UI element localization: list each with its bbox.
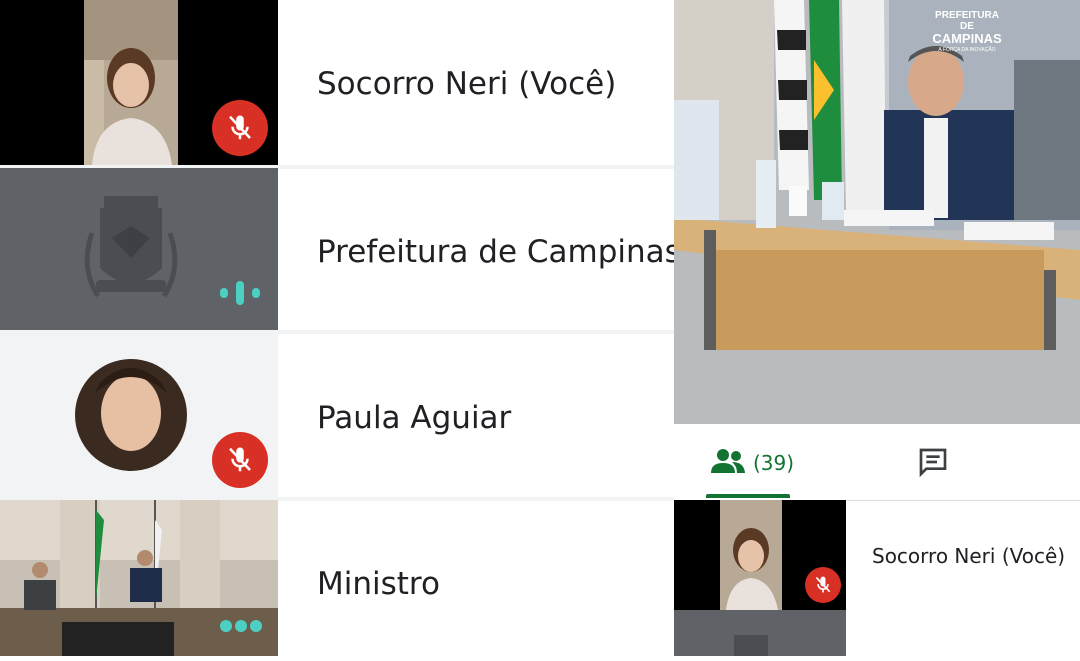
panel-tabs: (39) <box>674 424 1080 501</box>
participant-video-tile[interactable] <box>674 500 846 656</box>
participant-name: Socorro Neri (Você) <box>872 544 1066 568</box>
active-tab-indicator <box>706 494 790 498</box>
participant-video-tile[interactable] <box>0 0 278 165</box>
mic-off-icon <box>805 567 841 603</box>
banner-tagline: A FORÇA DA INOVAÇÃO <box>938 47 996 53</box>
banner-line2: CAMPINAS <box>932 31 1002 46</box>
people-icon <box>710 447 746 475</box>
meeting-room-photo: PREFEITURA DE CAMPINAS A FORÇA DA INOVAÇ… <box>674 0 1080 424</box>
tab-chat[interactable] <box>917 446 949 478</box>
participant-name: Paula Aguiar <box>317 400 512 436</box>
people-count: (39) <box>753 451 795 475</box>
more-indicator-icon <box>218 618 264 634</box>
participant-name: Ministro <box>317 566 440 602</box>
chat-icon <box>919 448 947 478</box>
right-panel: PREFEITURA DE CAMPINAS A FORÇA DA INOVAÇ… <box>674 0 1080 656</box>
participant-video-tile[interactable] <box>0 168 278 330</box>
mic-off-icon <box>212 432 268 488</box>
banner-text: PREFEITURA DE CAMPINAS A FORÇA DA INOVAÇ… <box>932 10 1002 54</box>
tab-people[interactable]: (39) <box>706 424 826 498</box>
mic-off-icon <box>212 100 268 156</box>
participant-name: Prefeitura de Campinas <box>317 234 681 270</box>
speaking-indicator-icon <box>218 280 262 306</box>
participant-name: Socorro Neri (Você) <box>317 66 617 102</box>
banner-line1: PREFEITURA DE <box>935 10 999 32</box>
participant-video-tile[interactable] <box>0 333 278 497</box>
participant-list: Socorro Neri (Você) Prefeitura de Campin… <box>0 0 681 656</box>
participant-video-tile[interactable] <box>0 500 278 656</box>
